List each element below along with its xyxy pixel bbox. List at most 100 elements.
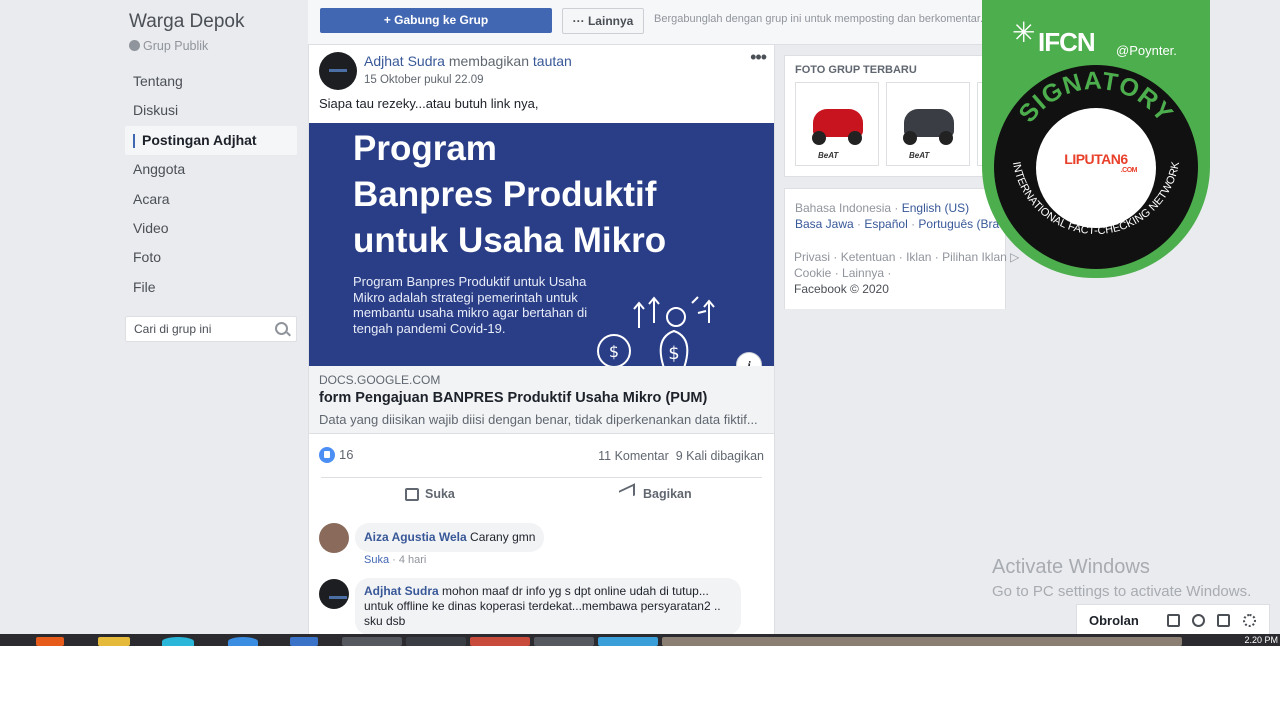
nav-item-foto[interactable]: Foto: [125, 243, 297, 272]
taskbar-folder-icon[interactable]: [98, 637, 130, 646]
page-footer: Privasi · Ketentuan · Iklan · Pilihan Ik…: [794, 250, 1020, 296]
taskbar-app-icon[interactable]: [162, 637, 194, 646]
recent-photos-panel: FOTO GRUP TERBARU BeAT BeAT: [784, 55, 1009, 177]
comment-age[interactable]: 4 hari: [399, 554, 427, 566]
video-call-icon[interactable]: [1217, 614, 1230, 627]
current-language: Bahasa Indonesia: [795, 201, 892, 215]
share-button[interactable]: Bagikan: [619, 483, 692, 503]
photo-thumbnail[interactable]: BeAT: [795, 82, 879, 166]
author-name[interactable]: Adjhat Sudra: [364, 53, 445, 69]
language-link[interactable]: Basa Jawa: [795, 217, 854, 231]
post-card: Adjhat Sudra membagikan tautan 15 Oktobe…: [308, 45, 775, 646]
activate-title: Activate Windows: [992, 556, 1150, 578]
copyright: Facebook © 2020: [794, 281, 889, 296]
activate-subtitle: Go to PC settings to activate Windows.: [992, 583, 1252, 600]
shares-count[interactable]: 9 Kali dibagikan: [676, 449, 764, 463]
like-button[interactable]: Suka: [405, 487, 455, 501]
link-domain: DOCS.GOOGLE.COM: [319, 373, 441, 387]
like-label: Suka: [425, 487, 455, 501]
more-button[interactable]: ··· Lainnya: [562, 8, 644, 34]
comment-text: Carany gmn: [470, 530, 536, 544]
language-link[interactable]: English (US): [902, 201, 969, 215]
link-preview[interactable]: DOCS.GOOGLE.COM form Pengajuan BANPRES P…: [309, 366, 774, 434]
info-icon[interactable]: i: [736, 352, 762, 366]
action-link[interactable]: tautan: [533, 53, 572, 69]
group-search-input[interactable]: Cari di grup ini: [125, 316, 297, 342]
taskbar-app-icon[interactable]: [290, 637, 318, 646]
taskbar-app-icon[interactable]: [36, 637, 64, 646]
comment-meta: Suka · 4 hari: [364, 554, 427, 566]
taskbar-app-icon[interactable]: [470, 637, 530, 646]
taskbar-app-icon[interactable]: [534, 637, 594, 646]
member-name: LIPUTAN6: [1064, 151, 1128, 167]
photo-brand: BeAT: [909, 151, 930, 160]
footer-link[interactable]: Privasi: [794, 250, 830, 264]
photo-brand: BeAT: [818, 151, 839, 160]
post-timestamp[interactable]: 15 Oktober pukul 22.09: [364, 74, 484, 86]
comment-bubble: Aiza Agustia Wela Carany gmn: [355, 523, 545, 552]
reactions[interactable]: 16: [319, 447, 353, 463]
footer-link[interactable]: Lainnya: [842, 266, 884, 280]
svg-text:$: $: [609, 342, 619, 361]
taskbar-clock[interactable]: 2.20 PM: [1244, 634, 1280, 646]
commenter-name[interactable]: Adjhat Sudra: [364, 584, 439, 598]
link-image[interactable]: Program Banpres Produktif untuk Usaha Mi…: [309, 123, 774, 366]
image-title-line: Program: [353, 129, 497, 168]
footer-link[interactable]: Iklan: [906, 250, 931, 264]
comment-like-link[interactable]: Suka: [364, 554, 389, 566]
member-domain: .COM: [1120, 167, 1138, 174]
money-bag-illustration: $ $: [597, 296, 715, 366]
taskbar-app-icon[interactable]: [342, 637, 402, 646]
nav-item-postingan[interactable]: Postingan Adjhat: [125, 125, 297, 156]
group-nav: Tentang Diskusi Postingan Adjhat Anggota…: [125, 67, 297, 302]
taskbar-app-icon[interactable]: [406, 637, 466, 646]
nav-item-video[interactable]: Video: [125, 214, 297, 243]
globe-icon: [129, 40, 140, 51]
poynter-text: @Poynter.: [1116, 43, 1177, 58]
commenter-name[interactable]: Aiza Agustia Wela: [364, 530, 467, 544]
join-group-button[interactable]: + Gabung ke Grup: [320, 8, 552, 33]
scooter-wheel: [939, 131, 953, 145]
footer-link[interactable]: Ketentuan: [841, 250, 896, 264]
nav-item-acara[interactable]: Acara: [125, 185, 297, 214]
commenter-avatar[interactable]: [319, 523, 349, 553]
commenter-avatar[interactable]: [319, 579, 349, 609]
like-count: 16: [339, 447, 354, 462]
chat-bar[interactable]: Obrolan: [1076, 604, 1270, 636]
post-header: Adjhat Sudra membagikan tautan: [364, 53, 572, 69]
image-title-line: untuk Usaha Mikro: [353, 221, 667, 260]
image-title: Program Banpres Produktif untuk Usaha Mi…: [353, 126, 666, 264]
link-description: Data yang diisikan wajib diisi dengan be…: [319, 412, 758, 427]
nav-item-diskusi[interactable]: Diskusi: [125, 96, 297, 125]
nav-item-tentang[interactable]: Tentang: [125, 67, 297, 96]
language-link[interactable]: Español: [864, 217, 907, 231]
group-chat-icon[interactable]: [1192, 614, 1205, 627]
post-options-icon[interactable]: •••: [750, 47, 767, 68]
author-avatar[interactable]: [319, 52, 357, 90]
share-icon: [619, 483, 635, 503]
link-title: form Pengajuan BANPRES Produktif Usaha M…: [319, 390, 708, 406]
member-logo: LIPUTAN6 .COM: [1037, 151, 1155, 174]
nav-item-file[interactable]: File: [125, 273, 297, 302]
settings-gear-icon[interactable]: [1243, 614, 1256, 627]
taskbar-browser-icon[interactable]: [228, 637, 258, 646]
group-name[interactable]: Warga Depok: [129, 11, 244, 33]
svg-text:$: $: [668, 343, 679, 364]
footer-link[interactable]: Pilihan Iklan: [942, 250, 1007, 264]
language-list: Bahasa Indonesia · English (US) Basa Jaw…: [795, 201, 1000, 231]
divider: [321, 477, 762, 478]
taskbar-app-icon[interactable]: [598, 637, 658, 646]
comments-section: Aiza Agustia Wela Carany gmn Suka · 4 ha…: [309, 520, 774, 646]
image-title-line: Banpres Produktif: [353, 175, 657, 214]
photo-thumbnail[interactable]: BeAT: [886, 82, 970, 166]
language-link[interactable]: Português (Bra: [918, 217, 999, 231]
comment-bubble: Adjhat Sudra mohon maaf dr info yg s dpt…: [355, 578, 741, 635]
taskbar-app-icon[interactable]: [662, 637, 1182, 646]
compose-icon[interactable]: [1167, 614, 1180, 627]
footer-link[interactable]: Cookie: [794, 266, 831, 280]
post-actions: Suka Bagikan: [309, 483, 774, 507]
search-icon[interactable]: [275, 322, 288, 335]
nav-item-anggota[interactable]: Anggota: [125, 155, 297, 184]
like-reaction-icon: [319, 447, 335, 463]
comments-count[interactable]: 11 Komentar: [598, 449, 669, 463]
